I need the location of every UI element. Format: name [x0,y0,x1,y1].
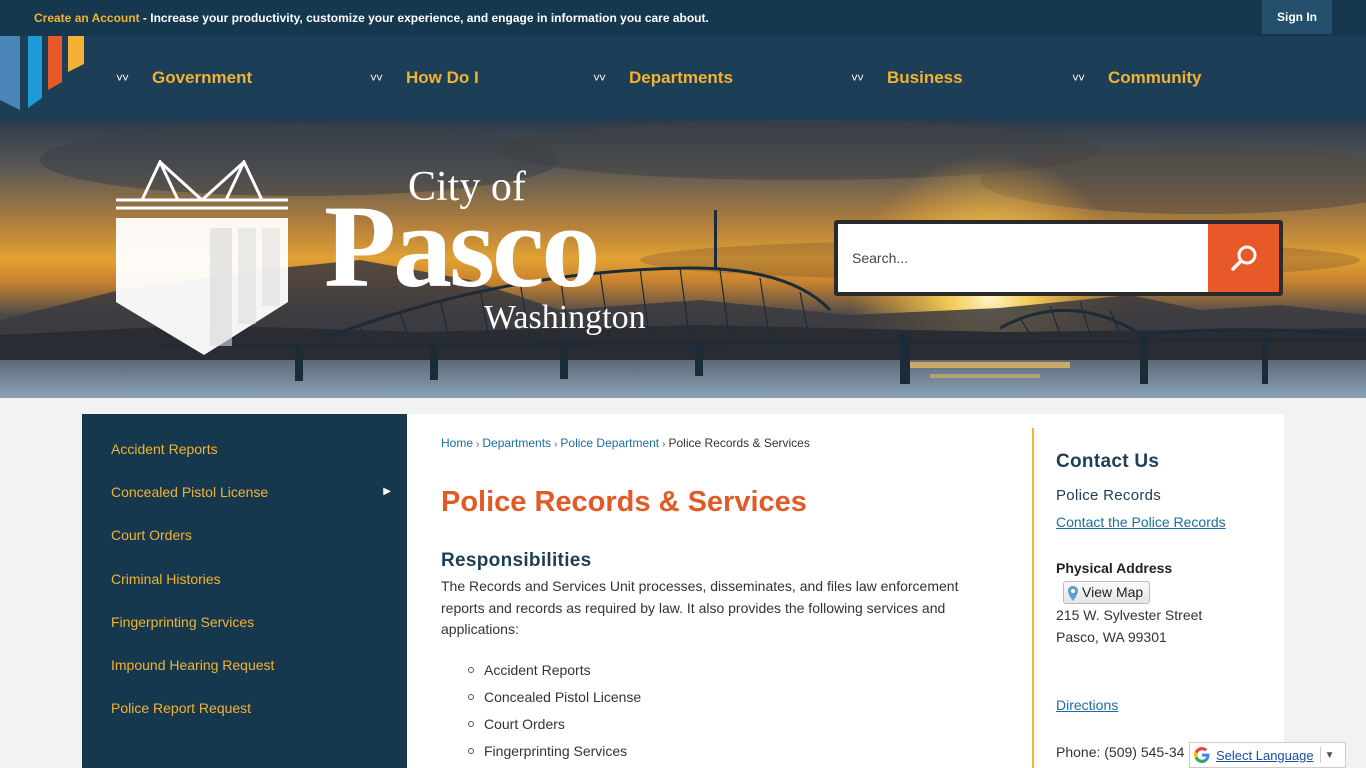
nav-label: How Do I [406,68,479,87]
list-item: Accident Reports [466,660,641,687]
city-of-pasco-logo: City of Pasco Washington [116,160,646,355]
nav-business[interactable]: ˅˅ Business [851,58,963,98]
logo-pasco: Pasco [324,181,597,312]
breadcrumb-departments[interactable]: Departments [482,436,551,450]
map-pin-icon [1068,586,1078,601]
hero-banner: City of Pasco Washington [0,120,1366,398]
directions-link[interactable]: Directions [1056,697,1118,713]
breadcrumb-home[interactable]: Home [441,436,473,450]
breadcrumb-separator-icon: › [554,439,558,450]
search-icon [1230,245,1256,271]
utility-bar: Create an Account - Increase your produc… [0,0,1366,36]
view-map-label: View Map [1082,584,1144,600]
page-title: Police Records & Services [441,486,807,518]
submenu-arrow-icon[interactable]: ▶ [383,486,391,497]
chevron-down-icon: ˅˅ [851,71,864,85]
select-language-label[interactable]: Select Language [1216,748,1314,763]
breadcrumb-police-department[interactable]: Police Department [560,436,659,450]
breadcrumb-current: Police Records & Services [668,436,810,450]
services-list: Accident Reports Concealed Pistol Licens… [466,660,641,768]
chevron-down-icon: ˅˅ [116,71,129,85]
phone-number: Phone: (509) 545-34 [1056,744,1185,760]
nav-label: Departments [629,68,733,87]
sign-in-button[interactable]: Sign In [1262,0,1332,34]
list-item: Court Orders [466,714,641,741]
nav-how-do-i[interactable]: ˅˅ How Do I [370,58,479,98]
responsibilities-heading: Responsibilities [441,550,592,571]
city-address: Pasco, WA 99301 [1056,629,1167,645]
sidebar-item-accident-reports[interactable]: Accident Reports [111,441,218,457]
nav-departments[interactable]: ˅˅ Departments [593,58,733,98]
sidebar-item-fingerprinting-services[interactable]: Fingerprinting Services [111,614,254,630]
main-navigation: ˅˅ Government ˅˅ How Do I ˅˅ Departments… [0,36,1366,120]
contact-heading: Contact Us [1056,451,1160,472]
breadcrumb-separator-icon: › [662,439,666,450]
search-input[interactable] [838,224,1210,292]
street-address: 215 W. Sylvester Street [1056,607,1203,623]
sidebar-item-impound-hearing-request[interactable]: Impound Hearing Request [111,657,274,673]
sidebar-item-criminal-histories[interactable]: Criminal Histories [111,571,221,587]
list-item: Concealed Pistol License [466,687,641,714]
site-search [834,220,1283,296]
brand-stripes-icon [0,36,84,110]
sidebar-item-police-report-request[interactable]: Police Report Request [111,700,251,716]
nav-government[interactable]: ˅˅ Government [116,58,252,98]
contact-divider [1032,428,1034,768]
breadcrumb-separator-icon: › [476,439,480,450]
breadcrumb: Home › Departments › Police Department › Polic… [441,436,810,450]
google-g-icon [1194,747,1210,763]
nav-label: Business [887,68,963,87]
language-divider [1319,747,1321,763]
nav-label: Community [1108,68,1202,87]
nav-community[interactable]: ˅˅ Community [1072,58,1202,98]
create-account-link[interactable]: Create an Account [34,11,140,25]
language-selector[interactable]: Select Language ▼ [1189,742,1346,768]
contact-department: Police Records [1056,487,1162,504]
view-map-button[interactable]: View Map [1063,581,1151,604]
nav-label: Government [152,68,253,87]
account-message-text: - Increase your productivity, customize … [139,11,709,25]
search-button[interactable] [1208,224,1279,292]
chevron-down-icon: ˅˅ [1072,71,1085,85]
side-navigation: Accident Reports Concealed Pistol Licens… [82,414,407,768]
chevron-down-icon: ˅˅ [593,71,606,85]
chevron-down-icon: ˅˅ [370,71,383,85]
list-item: Fingerprinting Services [466,741,641,768]
account-message: Create an Account - Increase your produc… [34,11,709,25]
sidebar-item-concealed-pistol-license[interactable]: Concealed Pistol License [111,484,268,500]
responsibilities-text: The Records and Services Unit processes,… [441,578,959,637]
contact-police-records-link[interactable]: Contact the Police Records [1056,514,1226,530]
logo-washington: Washington [484,299,646,336]
caret-down-icon[interactable]: ▼ [1325,750,1335,761]
physical-address-heading: Physical Address [1056,560,1173,576]
sidebar-item-court-orders[interactable]: Court Orders [111,527,192,543]
